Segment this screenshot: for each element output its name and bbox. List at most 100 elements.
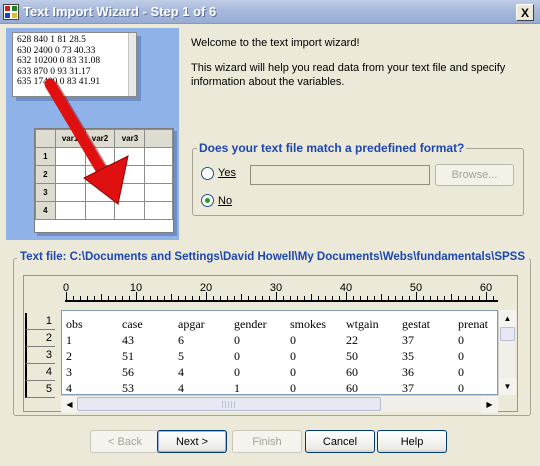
browse-button: Browse... xyxy=(435,164,514,186)
ruler-tick xyxy=(409,296,410,300)
horizontal-scrollbar[interactable]: ◀ ▶ xyxy=(61,395,498,413)
data-cell: 0 xyxy=(458,349,464,363)
data-cell: 0 xyxy=(234,333,240,347)
ruler-tick xyxy=(136,292,137,300)
data-cell: 4 xyxy=(66,381,72,395)
data-cell: gender xyxy=(234,317,267,331)
ruler-tick xyxy=(388,296,389,300)
horizontal-scroll-thumb[interactable] xyxy=(77,397,381,411)
row-number: 4 xyxy=(25,364,55,381)
ruler-tick xyxy=(178,296,179,300)
ruler-tick xyxy=(430,296,431,300)
data-cell: case xyxy=(122,317,143,331)
ruler-tick xyxy=(318,296,319,300)
data-cell: 51 xyxy=(122,349,134,363)
data-cell: 1 xyxy=(234,381,240,395)
ruler-tick xyxy=(66,292,67,300)
ruler-tick xyxy=(220,296,221,300)
ruler-tick xyxy=(255,296,256,300)
ruler-tick xyxy=(297,296,298,300)
finish-button: Finish xyxy=(232,430,302,453)
data-preview-grid[interactable]: obs case apgar gender smokes wtgain gestat pren… xyxy=(61,310,498,395)
format-file-field xyxy=(250,165,430,185)
ruler-tick xyxy=(276,292,277,300)
ruler-tick xyxy=(199,296,200,300)
data-cell: 0 xyxy=(234,349,240,363)
close-button[interactable]: X xyxy=(516,4,534,21)
scroll-down-arrow-icon[interactable]: ▼ xyxy=(499,378,516,395)
welcome-description: This wizard will help you read data from… xyxy=(191,62,506,88)
ruler-tick xyxy=(101,294,102,300)
data-cell: apgar xyxy=(178,317,205,331)
ruler-tick xyxy=(423,296,424,300)
row-number: 5 xyxy=(25,381,55,398)
ruler-tick xyxy=(479,296,480,300)
data-cell: smokes xyxy=(290,317,326,331)
data-cell: 37 xyxy=(402,381,414,395)
data-cell: 22 xyxy=(346,333,358,347)
spss-app-icon xyxy=(3,4,19,20)
scroll-left-arrow-icon[interactable]: ◀ xyxy=(61,396,78,413)
title-bar[interactable]: Text Import Wizard - Step 1 of 6 X xyxy=(0,0,540,24)
row-number: 3 xyxy=(25,347,55,364)
ruler-tick xyxy=(150,296,151,300)
data-cell: 36 xyxy=(402,365,414,379)
next-button[interactable]: Next > xyxy=(157,430,227,453)
ruler-tick xyxy=(486,292,487,300)
ruler-tick xyxy=(185,296,186,300)
scroll-up-arrow-icon[interactable]: ▲ xyxy=(499,310,516,327)
ruler-tick xyxy=(171,294,172,300)
ruler-tick xyxy=(444,296,445,300)
ruler-tick xyxy=(143,296,144,300)
ruler-tick xyxy=(332,296,333,300)
no-radio[interactable] xyxy=(201,194,214,207)
scroll-right-arrow-icon[interactable]: ▶ xyxy=(481,396,498,413)
ruler-tick xyxy=(227,296,228,300)
data-cell: 1 xyxy=(66,333,72,347)
ruler-tick xyxy=(206,292,207,300)
ruler-tick xyxy=(402,296,403,300)
ruler-tick xyxy=(290,296,291,300)
ruler-tick xyxy=(192,296,193,300)
vertical-scrollbar[interactable]: ▲ ▼ xyxy=(498,310,516,395)
ruler-tick xyxy=(108,296,109,300)
yes-label[interactable]: Yes xyxy=(218,167,236,179)
ruler-tick xyxy=(458,296,459,300)
vertical-scroll-thumb[interactable] xyxy=(500,327,515,341)
text-file-path: Text file: C:\Documents and Settings\Dav… xyxy=(17,251,529,263)
data-cell: 6 xyxy=(178,333,184,347)
data-cell: 35 xyxy=(402,349,414,363)
ruler-tick xyxy=(87,296,88,300)
radio-selected-dot xyxy=(205,198,210,203)
data-cell: 60 xyxy=(346,381,358,395)
ruler-tick xyxy=(241,294,242,300)
data-cell: 0 xyxy=(458,381,464,395)
ruler-tick xyxy=(213,296,214,300)
window-title: Text Import Wizard - Step 1 of 6 xyxy=(23,4,217,19)
ruler-tick xyxy=(129,296,130,300)
data-cell: 0 xyxy=(290,333,296,347)
data-cell: 60 xyxy=(346,365,358,379)
row-number: 2 xyxy=(25,330,55,347)
data-cell: 56 xyxy=(122,365,134,379)
no-label[interactable]: No xyxy=(218,195,232,207)
ruler-tick xyxy=(122,296,123,300)
data-cell: 53 xyxy=(122,381,134,395)
yes-radio[interactable] xyxy=(201,167,214,180)
ruler-tick xyxy=(80,296,81,300)
ruler-line xyxy=(65,300,498,302)
data-cell: 43 xyxy=(122,333,134,347)
row-number: 1 xyxy=(25,313,55,330)
ruler-tick xyxy=(416,292,417,300)
red-arrow-icon xyxy=(44,78,129,205)
welcome-heading: Welcome to the text import wizard! xyxy=(191,37,360,49)
ruler-tick xyxy=(234,296,235,300)
data-cell: 3 xyxy=(66,365,72,379)
row-number-column: 1 2 3 4 5 xyxy=(25,313,55,398)
ruler-tick xyxy=(269,296,270,300)
text-import-wizard-dialog: Text Import Wizard - Step 1 of 6 X 628 8… xyxy=(0,0,540,466)
cancel-button[interactable]: Cancel xyxy=(305,430,375,453)
help-button[interactable]: Help xyxy=(377,430,447,453)
ruler-tick xyxy=(395,296,396,300)
data-cell: gestat xyxy=(402,317,430,331)
